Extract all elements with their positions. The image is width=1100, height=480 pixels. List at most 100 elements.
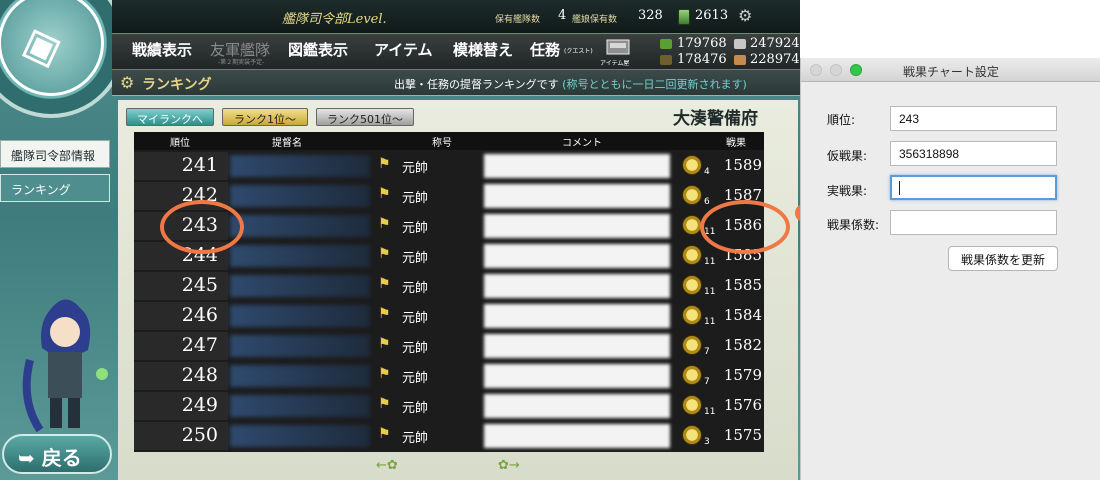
score-cell: 1585: [723, 276, 762, 294]
comment-cell: [484, 244, 670, 268]
sidebar-item-hq-info[interactable]: 艦隊司令部情報: [0, 140, 110, 168]
table-row[interactable]: 245 ⚑ 元帥 11 1585: [134, 272, 764, 301]
fuel-icon: [660, 39, 672, 49]
comment-cell: [484, 424, 670, 448]
sidebar-item-ranking[interactable]: ランキング: [0, 174, 110, 202]
title-cell: 元帥: [402, 311, 429, 326]
flag-icon: ⚑: [378, 426, 391, 442]
header-score: 戦果: [726, 138, 746, 149]
rank-cell: 241: [134, 152, 228, 180]
table-row[interactable]: 246 ⚑ 元帥 11 1584: [134, 302, 764, 331]
emblem-glyph-icon: ◈: [9, 7, 71, 82]
friend-fleet-note: -第２期実装予定-: [218, 59, 265, 66]
medal-count: 11: [704, 257, 716, 267]
status-bar: 艦隊司令部Level. 保有艦隊数 4 艦娘保有数 328 2613 ⚙ 961: [112, 0, 800, 34]
score-highlight-circle: [700, 200, 790, 254]
table-row[interactable]: 249 ⚑ 元帥 11 1576: [134, 392, 764, 421]
window-titlebar[interactable]: 戦果チャート設定: [801, 58, 1100, 82]
medal-icon: [682, 305, 702, 325]
admiral-name-cell: [230, 305, 370, 327]
medal-icon: [682, 185, 702, 205]
table-row[interactable]: 241 ⚑ 元帥 4 1589: [134, 152, 764, 181]
comment-cell: [484, 154, 670, 178]
ammo-icon: [660, 55, 672, 65]
emblem-inner: ◈: [0, 0, 104, 96]
admiral-name-cell: [230, 185, 370, 207]
rank-cell: 247: [134, 332, 228, 360]
header-rank: 順位: [170, 138, 190, 149]
window-title: 戦果チャート設定: [903, 65, 999, 79]
bucket-count: 2613: [695, 8, 729, 23]
table-header: 順位 提督名 称号 コメント 戦果: [134, 132, 764, 150]
provisional-score-field[interactable]: [890, 141, 1057, 166]
bauxite-value: 228974: [750, 52, 800, 67]
ranking-panel: マイランクへ ランク1位～ ランク501位～ 大湊警備府 順位 提督名 称号 コ…: [118, 100, 798, 480]
rank-field[interactable]: [890, 106, 1057, 131]
admiral-name-cell: [230, 275, 370, 297]
comment-cell: [484, 304, 670, 328]
menu-quests[interactable]: 任務: [530, 39, 560, 60]
rank-cell: 246: [134, 302, 228, 330]
fuel-value: 179768: [677, 36, 727, 51]
flag-icon: ⚑: [378, 336, 391, 352]
medal-count: 3: [704, 437, 710, 447]
title-cell: 元帥: [402, 221, 429, 236]
table-row[interactable]: 247 ⚑ 元帥 7 1582: [134, 332, 764, 361]
score-cell: 1582: [723, 336, 762, 354]
next-page-button[interactable]: ✿→: [498, 458, 520, 473]
flag-icon: ⚑: [378, 366, 391, 382]
actual-score-field[interactable]: [890, 175, 1057, 200]
score-cell: 1576: [723, 396, 762, 414]
item-shop-label: アイテム屋: [600, 60, 630, 67]
naval-base-name: 大湊警備府: [673, 109, 758, 129]
admiral-name-cell: [230, 215, 370, 237]
prev-page-button[interactable]: ←✿: [376, 458, 398, 473]
medal-count: 7: [704, 347, 710, 357]
description-text: 出撃・任務の提督ランキングです: [394, 78, 559, 91]
ranking-table: 順位 提督名 称号 コメント 戦果 241 ⚑ 元帥 4 1589 242 ⚑: [134, 132, 764, 452]
header-admiral-name: 提督名: [272, 138, 302, 149]
header-comment: コメント: [562, 138, 602, 149]
description-note: (称号とともに一日二回更新されます): [562, 78, 747, 91]
back-label: 戻る: [41, 446, 82, 470]
score-cell: 1579: [723, 366, 762, 384]
my-rank-button[interactable]: マイランクへ: [126, 108, 214, 126]
flag-icon: ⚑: [378, 156, 391, 172]
medal-count: 11: [704, 407, 716, 417]
flag-icon: ⚑: [378, 306, 391, 322]
back-button[interactable]: ➥ 戻る: [2, 434, 112, 474]
admiral-name-cell: [230, 155, 370, 177]
coefficient-field[interactable]: [890, 210, 1057, 235]
menu-encyclopedia[interactable]: 図鑑表示: [288, 39, 348, 60]
item-shop-icon[interactable]: [604, 36, 634, 60]
rank-highlight-circle: [160, 200, 244, 254]
menu-items[interactable]: アイテム: [374, 39, 433, 60]
medal-icon: [682, 425, 702, 445]
menu-furniture[interactable]: 模様替え: [453, 39, 513, 60]
admiral-name-cell: [230, 335, 370, 357]
rank-501-button[interactable]: ランク501位～: [316, 108, 414, 126]
flag-icon: ⚑: [378, 186, 391, 202]
back-arrow-icon: ➥: [18, 446, 35, 470]
title-cell: 元帥: [402, 341, 429, 356]
table-row[interactable]: 248 ⚑ 元帥 7 1579: [134, 362, 764, 391]
update-coefficient-button[interactable]: 戦果係数を更新: [948, 246, 1058, 271]
rank-top-button[interactable]: ランク1位～: [222, 108, 308, 126]
header-title: 称号: [432, 138, 452, 149]
medal-count: 11: [704, 287, 716, 297]
character-sprite: [22, 299, 108, 433]
title-cell: 元帥: [402, 251, 429, 266]
table-row[interactable]: 250 ⚑ 元帥 3 1575: [134, 422, 764, 451]
title-cell: 元帥: [402, 401, 429, 416]
shipgirl-count-value: 328: [638, 8, 663, 23]
rank-label: 順位:: [827, 113, 856, 127]
rank-cell: 250: [134, 422, 228, 450]
admiral-name-cell: [230, 425, 370, 447]
fleet-count-label: 保有艦隊数: [495, 15, 541, 25]
score-cell: 1575: [723, 426, 762, 444]
menu-records[interactable]: 戦績表示: [132, 39, 192, 60]
medal-icon: [682, 275, 702, 295]
comment-cell: [484, 184, 670, 208]
shipgirl-count-label: 艦娘保有数: [572, 15, 618, 25]
text-cursor: [899, 181, 900, 195]
